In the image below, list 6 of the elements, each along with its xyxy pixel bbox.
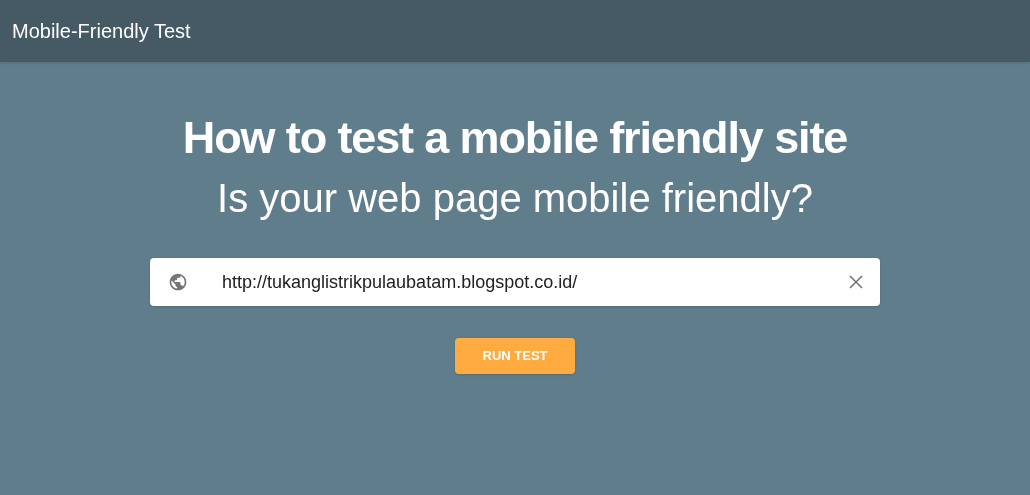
globe-icon (168, 272, 188, 292)
subtitle: Is your web page mobile friendly? (217, 175, 813, 222)
close-icon[interactable] (849, 275, 863, 289)
app-title: Mobile-Friendly Test (12, 19, 191, 44)
headline: How to test a mobile friendly site (182, 111, 848, 165)
url-input-field[interactable]: http://tukanglistrikpulaubatam.blogspot.co.id/ (150, 258, 880, 306)
